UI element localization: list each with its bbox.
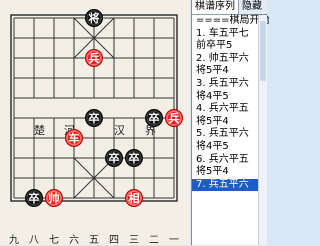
move-list-item[interactable]: 3. 兵五平六 [192, 78, 258, 91]
column-label: 四 [109, 235, 119, 246]
move-list-item[interactable]: 2. 帅五平六 [192, 53, 258, 66]
column-label: 八 [29, 235, 39, 246]
red-marshal-piece[interactable]: 帅 [45, 189, 63, 207]
red-soldier-right-piece[interactable]: 兵 [165, 109, 183, 127]
move-list-scrollbar[interactable] [258, 15, 267, 245]
column-label: 一 [169, 235, 179, 246]
black-soldier-4-piece[interactable]: 卒 [125, 149, 143, 167]
panel-tabs: 棋谱序列 隐藏 [192, 0, 267, 15]
move-list-item[interactable]: 1. 车五平七 [192, 28, 258, 41]
move-list-item[interactable]: 将5平4 [192, 116, 258, 129]
move-list-item[interactable]: 前卒平5 [192, 40, 258, 53]
column-label: 九 [9, 235, 19, 246]
column-label: 五 [89, 235, 99, 246]
red-soldier-center-piece[interactable]: 兵 [85, 49, 103, 67]
move-list-item[interactable]: 6. 兵六平五 [192, 154, 258, 167]
move-list-item[interactable]: 4. 兵六平五 [192, 103, 258, 116]
move-list-item[interactable]: 将5平4 [192, 166, 258, 179]
black-general-piece[interactable]: 将 [85, 9, 103, 27]
move-list-item[interactable]: 5. 兵五平六 [192, 128, 258, 141]
scrollbar-thumb[interactable] [260, 21, 266, 81]
column-label: 七 [49, 235, 59, 246]
black-soldier-2-piece[interactable]: 卒 [145, 109, 163, 127]
river-label-han: 汉 [114, 124, 125, 137]
move-list-item[interactable]: 7. 兵五平六 [192, 178, 258, 192]
move-list-item[interactable]: 将4平5 [192, 141, 258, 154]
move-list-item[interactable]: ====棋局开始 [192, 15, 270, 28]
black-soldier-3-piece[interactable]: 卒 [105, 149, 123, 167]
column-label: 三 [129, 235, 139, 246]
move-list-item[interactable]: 将4平5 [192, 91, 258, 104]
xiangqi-board[interactable]: 楚 河 汉 界 九八七六五四三二一 将兵兵卒卒车卒卒卒帅相 [0, 0, 190, 246]
tab-move-sequence[interactable]: 棋谱序列 [192, 0, 239, 14]
move-record-panel: 棋谱序列 隐藏 ====棋局开始 1. 车五平七 前卒平5 2. 帅五平六 将5平4… [191, 0, 270, 245]
move-list[interactable]: ====棋局开始 1. 车五平七 前卒平5 2. 帅五平六 将5平4 3. 兵五平六 … [192, 15, 270, 245]
black-soldier-1-piece[interactable]: 卒 [85, 109, 103, 127]
river-label-chu: 楚 [34, 124, 45, 137]
column-label: 六 [69, 235, 79, 246]
red-minister-piece[interactable]: 相 [125, 189, 143, 207]
column-label: 二 [149, 235, 159, 246]
tab-hide[interactable]: 隐藏 [239, 0, 265, 14]
black-soldier-5-piece[interactable]: 卒 [25, 189, 43, 207]
red-chariot-piece[interactable]: 车 [65, 129, 83, 147]
move-list-item[interactable]: 将5平4 [192, 65, 258, 78]
